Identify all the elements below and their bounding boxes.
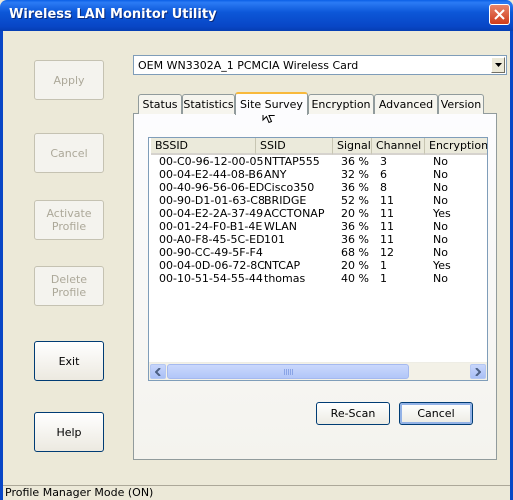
bssid-cell: 00-40-96-56-06-ED: [159, 181, 265, 194]
dropdown-button[interactable]: [491, 57, 505, 73]
list-header: BSSID SSID Signal Channel Encryption: [149, 138, 487, 155]
exit-button[interactable]: Exit: [34, 341, 104, 381]
column-header-signal[interactable]: Signal: [333, 138, 372, 155]
ssid-cell: NTTAP555: [264, 155, 320, 168]
status-bar: Profile Manager Mode (ON): [3, 485, 510, 500]
adapter-select[interactable]: OEM WN3302A_1 PCMCIA Wireless Card: [133, 55, 507, 75]
window-title: Wireless LAN Monitor Utility: [9, 7, 217, 22]
channel-cell: 12: [380, 246, 394, 259]
encryption-cell: No: [433, 233, 448, 246]
encryption-cell: No: [433, 246, 448, 259]
site-survey-list[interactable]: BSSID SSID Signal Channel Encryption 00-C0-9…: [148, 137, 488, 381]
channel-cell: 6: [380, 168, 387, 181]
bssid-cell: 00-10-51-54-55-44: [159, 272, 263, 285]
encryption-cell: No: [433, 181, 448, 194]
bssid-cell: 00-04-E2-44-08-B6: [159, 168, 263, 181]
channel-cell: 3: [380, 155, 387, 168]
horizontal-scrollbar[interactable]: [149, 362, 487, 380]
close-icon: [494, 9, 505, 20]
tab-statistics[interactable]: Statistics: [182, 94, 235, 114]
channel-cell: 11: [380, 207, 394, 220]
bssid-cell: 00-90-D1-01-63-C8: [159, 194, 265, 207]
encryption-cell: No: [433, 272, 448, 285]
arrow-left-icon: [155, 368, 161, 376]
signal-cell: 40 %: [341, 272, 369, 285]
ssid-cell: Cisco350: [264, 181, 315, 194]
encryption-cell: Yes: [433, 259, 451, 272]
column-header-bssid[interactable]: BSSID: [151, 138, 256, 155]
tab-site-survey[interactable]: Site Survey: [235, 92, 308, 115]
encryption-cell: No: [433, 220, 448, 233]
delete-profile-button[interactable]: Delete Profile: [34, 266, 104, 306]
tab-version[interactable]: Version: [438, 94, 484, 114]
tab-encryption[interactable]: Encryption: [308, 94, 374, 114]
chevron-down-icon: [495, 63, 502, 67]
scroll-left-button[interactable]: [150, 364, 166, 379]
encryption-cell: No: [433, 168, 448, 181]
help-button-label: Help: [56, 425, 82, 439]
column-header-channel[interactable]: Channel: [372, 138, 425, 155]
channel-cell: 1: [380, 259, 387, 272]
channel-cell: 11: [380, 233, 394, 246]
signal-cell: 68 %: [341, 246, 369, 259]
ssid-cell: 101: [264, 233, 285, 246]
cancel-button-label: Cancel: [50, 146, 88, 160]
delete-profile-button-label: Delete Profile: [50, 273, 88, 299]
adapter-select-value: OEM WN3302A_1 PCMCIA Wireless Card: [138, 59, 359, 72]
channel-cell: 8: [380, 181, 387, 194]
column-header-ssid[interactable]: SSID: [256, 138, 333, 155]
apply-button[interactable]: Apply: [34, 60, 104, 100]
column-header-encryption[interactable]: Encryption: [425, 138, 487, 155]
close-button[interactable]: [489, 4, 510, 25]
window-frame-left: [0, 31, 3, 500]
scroll-right-button[interactable]: [470, 364, 486, 379]
bssid-cell: 00-90-CC-49-5F-F4: [159, 246, 263, 259]
exit-button-label: Exit: [58, 354, 80, 368]
signal-cell: 36 %: [341, 181, 369, 194]
channel-cell: 11: [380, 194, 394, 207]
ssid-cell: NTCAP: [264, 259, 301, 272]
ssid-cell: thomas: [264, 272, 306, 285]
signal-cell: 20 %: [341, 207, 369, 220]
encryption-cell: No: [433, 155, 448, 168]
help-button[interactable]: Help: [34, 412, 104, 452]
bssid-cell: 00-04-E2-2A-37-49: [159, 207, 264, 220]
title-bar[interactable]: Wireless LAN Monitor Utility: [0, 0, 513, 31]
signal-cell: 36 %: [341, 155, 369, 168]
signal-cell: 32 %: [341, 168, 369, 181]
encryption-cell: No: [433, 194, 448, 207]
signal-cell: 36 %: [341, 220, 369, 233]
signal-cell: 52 %: [341, 194, 369, 207]
bssid-cell: 00-01-24-F0-B1-4E: [159, 220, 263, 233]
encryption-cell: Yes: [433, 207, 451, 220]
ssid-cell: ACCTONAP: [264, 207, 325, 220]
channel-cell: 1: [380, 272, 387, 285]
bssid-cell: 00-04-0D-06-72-8C: [159, 259, 265, 272]
tab-status[interactable]: Status: [138, 94, 182, 114]
bssid-cell: 00-C0-96-12-00-05: [159, 155, 264, 168]
scroll-grip: [284, 369, 293, 375]
tab-advanced[interactable]: Advanced: [374, 94, 438, 114]
signal-cell: 20 %: [341, 259, 369, 272]
scroll-thumb[interactable]: [167, 364, 409, 379]
arrow-right-icon: [475, 368, 481, 376]
rescan-button[interactable]: Re-Scan: [316, 402, 390, 425]
apply-button-label: Apply: [53, 73, 85, 87]
bssid-cell: 00-A0-F8-45-5C-ED: [159, 233, 265, 246]
dialog-cancel-button[interactable]: Cancel: [399, 402, 473, 425]
activate-profile-button-label: Activate Profile: [46, 207, 92, 233]
cancel-button[interactable]: Cancel: [34, 133, 104, 173]
ssid-cell: BRIDGE: [264, 194, 307, 207]
ssid-cell: ANY: [264, 168, 287, 181]
signal-cell: 36 %: [341, 233, 369, 246]
channel-cell: 11: [380, 220, 394, 233]
ssid-cell: WLAN: [264, 220, 298, 233]
activate-profile-button[interactable]: Activate Profile: [34, 200, 104, 240]
